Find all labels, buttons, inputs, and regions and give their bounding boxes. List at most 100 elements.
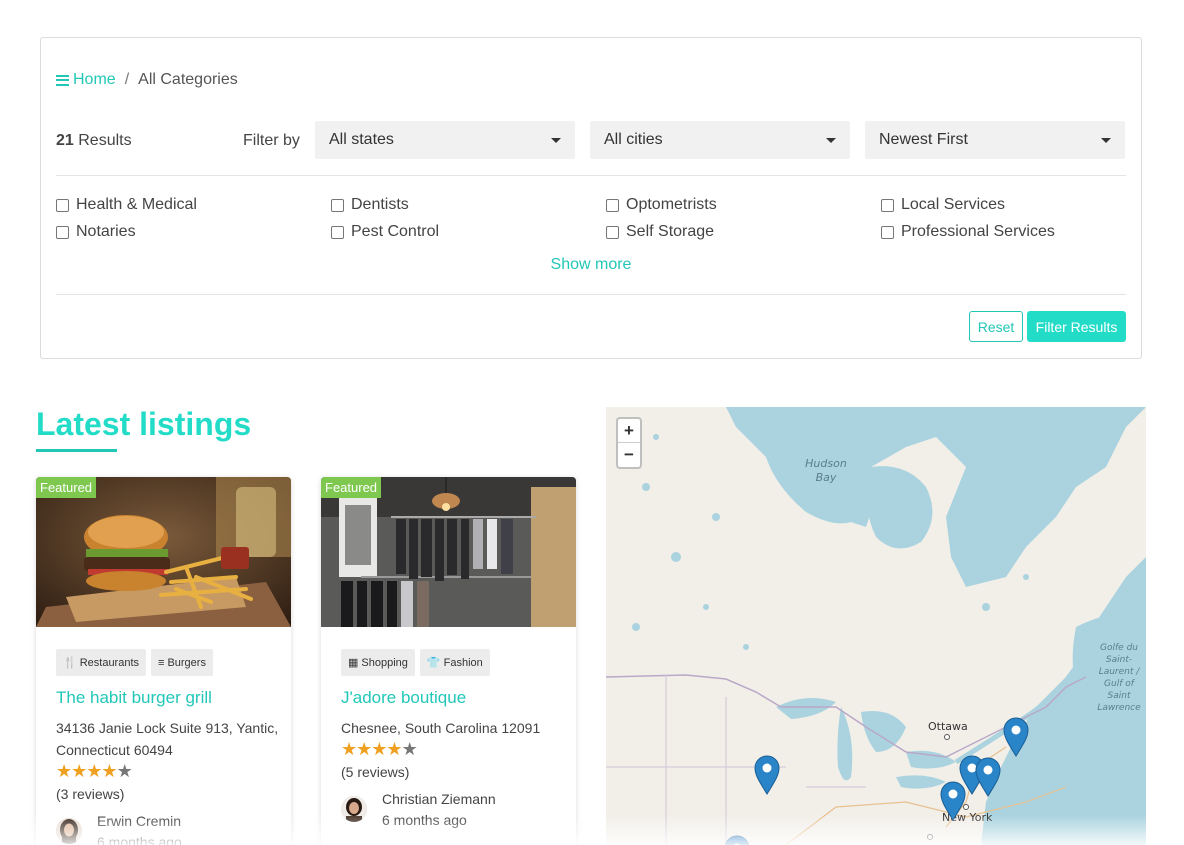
category-label: Professional Services	[901, 223, 1055, 240]
filter-panel: Home / All Categories 21 Results Filter …	[40, 37, 1142, 359]
checkbox[interactable]	[606, 198, 619, 212]
reset-button[interactable]: Reset	[969, 311, 1023, 342]
tag-label: Burgers	[167, 656, 206, 669]
star-icon: ★	[71, 761, 87, 781]
tag-burgers[interactable]: ≡ Burgers	[151, 649, 213, 676]
sort-select[interactable]: Newest First	[865, 121, 1125, 159]
sort-select-value: Newest First	[879, 131, 968, 148]
star-icon: ★	[56, 761, 72, 781]
category-label: Local Services	[901, 196, 1006, 213]
breadcrumb: Home / All Categories	[56, 71, 238, 89]
post-time: 6 months ago	[382, 812, 467, 828]
map-marker-icon[interactable]	[975, 757, 1001, 797]
tag-list: ▦ Shopping 👕 Fashion	[341, 649, 490, 676]
checkbox[interactable]	[56, 225, 69, 239]
category-health-medical[interactable]: Health & Medical	[56, 196, 197, 214]
featured-badge: Featured	[36, 477, 97, 498]
filter-by-label: Filter by	[243, 132, 300, 149]
avatar[interactable]	[56, 818, 82, 844]
listing-title[interactable]: The habit burger grill	[56, 688, 212, 708]
category-optometrists[interactable]: Optometrists	[606, 196, 717, 214]
listing-photo-boutique[interactable]: Featured	[321, 477, 576, 627]
divider	[56, 175, 1126, 176]
checkbox[interactable]	[331, 225, 344, 239]
author-info: Christian Ziemann 6 months ago	[382, 789, 496, 831]
category-notaries[interactable]: Notaries	[56, 223, 136, 241]
listing-photo-burger[interactable]: Featured	[36, 477, 291, 627]
avatar[interactable]	[341, 796, 367, 822]
map-marker-icon[interactable]	[1003, 717, 1029, 757]
burger-icon: ≡	[158, 656, 165, 669]
results-number: 21	[56, 132, 74, 149]
map-label-gulf: Golfe du Saint-Laurent / Gulf of Saint L…	[1097, 643, 1141, 713]
breadcrumb-home-label[interactable]: Home	[73, 71, 116, 89]
cities-select[interactable]: All cities	[590, 121, 850, 159]
results-label: Results	[78, 132, 132, 149]
states-select[interactable]: All states	[315, 121, 575, 159]
category-label: Self Storage	[626, 223, 715, 240]
listing-card[interactable]: Featured ▦ Shopping 👕 Fashion J'adore bo…	[321, 477, 576, 845]
listing-title[interactable]: J'adore boutique	[341, 688, 466, 708]
checkbox[interactable]	[56, 198, 69, 212]
show-more-link[interactable]: Show more	[41, 256, 1141, 274]
category-local-services[interactable]: Local Services	[881, 196, 1005, 214]
review-count: (5 reviews)	[341, 764, 410, 780]
tag-shopping[interactable]: ▦ Shopping	[341, 649, 415, 676]
caret-down-icon	[826, 137, 836, 143]
category-label: Notaries	[76, 223, 136, 240]
map-zoom-control: + −	[616, 417, 642, 469]
category-pest-control[interactable]: Pest Control	[331, 223, 439, 241]
zoom-in-button[interactable]: +	[618, 419, 640, 443]
tag-label: Restaurants	[79, 656, 140, 669]
map-label-hudson-bay: Hudson Bay	[805, 457, 847, 484]
tag-list: 🍴 Restaurants ≡ Burgers	[56, 649, 213, 676]
listing-card[interactable]: Featured 🍴 Restaurants ≡ Burgers The hab…	[36, 477, 291, 845]
category-label: Health & Medical	[76, 196, 197, 213]
checkbox[interactable]	[881, 225, 894, 239]
tshirt-icon: 👕	[426, 657, 441, 669]
tag-label: Shopping	[361, 656, 408, 669]
star-empty-icon: ★	[116, 761, 133, 781]
filter-results-button[interactable]: Filter Results	[1027, 311, 1126, 342]
category-label: Optometrists	[626, 196, 717, 213]
zoom-out-button[interactable]: −	[618, 443, 640, 467]
latest-listings-title: Latest listings	[36, 406, 252, 442]
review-count: (3 reviews)	[56, 786, 125, 802]
map-label-ottawa: Ottawa	[928, 720, 968, 733]
author-name[interactable]: Christian Ziemann	[382, 789, 496, 810]
caret-down-icon	[551, 137, 561, 143]
menu-icon	[56, 74, 69, 86]
author-info: Erwin Cremin 6 months ago	[97, 811, 182, 845]
utensils-icon: 🍴	[63, 657, 77, 669]
breadcrumb-home[interactable]: Home	[56, 71, 116, 89]
tag-fashion[interactable]: 👕 Fashion	[419, 649, 490, 676]
tag-label: Fashion	[443, 656, 483, 669]
star-icon: ★	[341, 739, 357, 759]
tag-restaurants[interactable]: 🍴 Restaurants	[56, 649, 147, 676]
category-label: Dentists	[351, 196, 409, 213]
category-dentists[interactable]: Dentists	[331, 196, 409, 214]
post-time: 6 months ago	[97, 834, 182, 845]
checkbox[interactable]	[331, 198, 344, 212]
map-marker-icon[interactable]	[940, 781, 966, 821]
divider	[56, 294, 1126, 295]
states-select-value: All states	[329, 131, 394, 148]
featured-badge: Featured	[321, 477, 382, 498]
category-label: Pest Control	[351, 223, 440, 240]
star-half-icon: ★	[386, 739, 402, 759]
title-underline	[36, 449, 117, 452]
author-name[interactable]: Erwin Cremin	[97, 811, 182, 832]
listing-address: Chesnee, South Carolina 12091	[341, 720, 541, 736]
results-count: 21 Results	[56, 132, 132, 150]
map-marker-icon[interactable]	[754, 755, 780, 795]
breadcrumb-separator: /	[124, 71, 130, 88]
star-empty-icon: ★	[401, 739, 418, 759]
checkbox[interactable]	[881, 198, 894, 212]
checkbox[interactable]	[606, 225, 619, 239]
category-self-storage[interactable]: Self Storage	[606, 223, 714, 241]
category-professional-services[interactable]: Professional Services	[881, 223, 1055, 241]
listings-map[interactable]: Hudson Bay Golfe du Saint-Laurent / Gulf…	[606, 407, 1146, 845]
breadcrumb-current: All Categories	[138, 71, 238, 88]
map-marker-icon[interactable]	[724, 835, 750, 845]
listing-address: 34136 Janie Lock Suite 913, Yantic, Conn…	[56, 720, 279, 758]
